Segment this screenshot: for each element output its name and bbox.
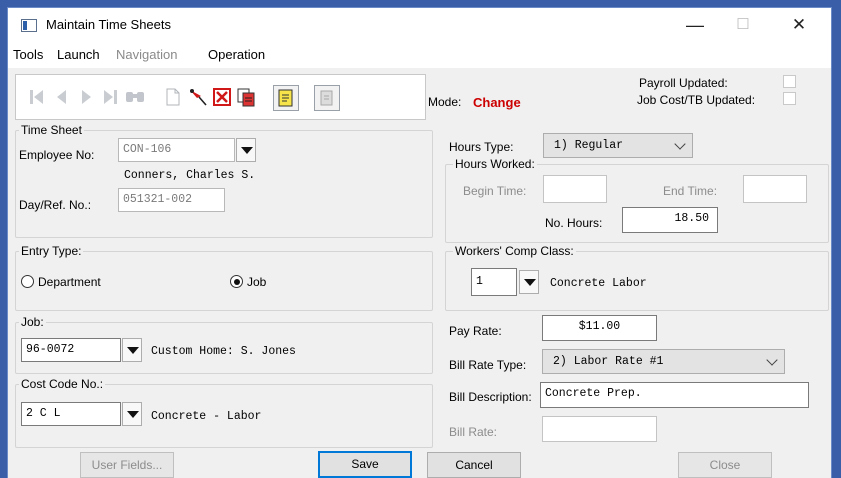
bill-description-field[interactable]: Concrete Prep. <box>540 382 809 408</box>
mode-value: Change <box>473 95 521 110</box>
workers-comp-field[interactable]: 1 <box>471 268 517 296</box>
pay-rate-field[interactable]: $11.00 <box>542 315 657 341</box>
employee-lookup-dropdown[interactable] <box>236 138 256 162</box>
new-record-icon[interactable] <box>162 86 184 108</box>
end-time-label: End Time: <box>663 184 718 198</box>
time-sheet-window: Maintain Time Sheets — ☐ ✕ Tools Launch … <box>8 8 831 478</box>
post-pin-icon[interactable] <box>187 86 209 108</box>
end-time-field[interactable] <box>743 175 807 203</box>
jobcost-updated-checkbox[interactable] <box>783 92 796 105</box>
day-ref-field[interactable]: 051321-002 <box>118 188 225 212</box>
employee-no-field[interactable]: CON-106 <box>118 138 235 162</box>
job-lookup-dropdown[interactable] <box>122 338 142 362</box>
chevron-down-icon <box>766 354 778 366</box>
chevron-down-icon <box>674 138 686 150</box>
menu-bar: Tools Launch Navigation Operation <box>8 42 831 68</box>
no-hours-label: No. Hours: <box>545 216 603 230</box>
bill-rate-type-value: 2) Labor Rate #1 <box>553 355 664 368</box>
hours-worked-group-label: Hours Worked: <box>453 157 537 171</box>
department-radio[interactable] <box>21 275 34 288</box>
no-hours-field[interactable]: 18.50 <box>622 207 718 233</box>
menu-launch[interactable]: Launch <box>57 47 100 62</box>
menu-operation[interactable]: Operation <box>208 47 265 62</box>
payroll-updated-checkbox[interactable] <box>783 75 796 88</box>
app-icon <box>21 19 37 32</box>
first-record-icon[interactable] <box>26 86 48 108</box>
window-title: Maintain Time Sheets <box>46 17 172 32</box>
cost-code-group-label: Cost Code No.: <box>19 377 106 391</box>
bill-rate-field[interactable] <box>542 416 657 442</box>
begin-time-field[interactable] <box>543 175 607 203</box>
cost-code-field[interactable]: 2 C L <box>21 402 121 426</box>
bill-rate-type-label: Bill Rate Type: <box>449 358 527 372</box>
toolbar <box>15 74 426 120</box>
next-record-icon[interactable] <box>75 86 97 108</box>
bill-rate-type-select[interactable]: 2) Labor Rate #1 <box>542 349 785 374</box>
close-button[interactable]: Close <box>678 452 772 478</box>
job-radio-label: Job <box>247 275 267 289</box>
notes-button[interactable] <box>273 85 299 111</box>
last-record-icon[interactable] <box>99 86 121 108</box>
employee-no-label: Employee No: <box>19 148 95 162</box>
save-button[interactable]: Save <box>318 451 412 478</box>
mode-label: Mode: <box>428 95 462 109</box>
user-fields-button[interactable]: User Fields... <box>80 452 174 478</box>
bill-rate-label: Bill Rate: <box>449 425 498 439</box>
notes-icon <box>278 89 293 107</box>
hours-type-select[interactable]: 1) Regular <box>543 133 693 158</box>
workers-comp-lookup-dropdown[interactable] <box>519 270 539 294</box>
maximize-button[interactable]: ☐ <box>720 8 766 42</box>
prev-record-icon[interactable] <box>51 86 73 108</box>
print-icon <box>320 90 333 106</box>
payroll-updated-label: Payroll Updated: <box>639 76 728 90</box>
delete-icon[interactable] <box>211 86 233 108</box>
cancel-button[interactable]: Cancel <box>427 452 521 478</box>
hours-type-label: Hours Type: <box>449 140 514 154</box>
department-radio-label: Department <box>38 275 101 289</box>
print-button[interactable] <box>314 85 340 111</box>
workers-comp-group-label: Workers' Comp Class: <box>453 244 576 258</box>
job-description: Custom Home: S. Jones <box>151 345 296 358</box>
find-binoculars-icon[interactable] <box>124 86 146 108</box>
time-sheet-group-label: Time Sheet <box>19 123 84 137</box>
menu-tools[interactable]: Tools <box>13 47 43 62</box>
begin-time-label: Begin Time: <box>463 184 527 198</box>
job-group-label: Job: <box>19 315 46 329</box>
job-radio[interactable] <box>230 275 243 288</box>
employee-name: Conners, Charles S. <box>124 169 256 182</box>
workers-comp-description: Concrete Labor <box>550 277 647 290</box>
minimize-button[interactable]: — <box>672 8 718 42</box>
pay-rate-label: Pay Rate: <box>449 324 502 338</box>
cost-code-description: Concrete - Labor <box>151 410 262 423</box>
cost-code-lookup-dropdown[interactable] <box>122 402 142 426</box>
day-ref-label: Day/Ref. No.: <box>19 198 92 212</box>
copy-record-icon[interactable] <box>235 86 257 108</box>
title-bar: Maintain Time Sheets — ☐ ✕ <box>8 8 831 42</box>
hours-type-value: 1) Regular <box>554 139 624 152</box>
jobcost-updated-label: Job Cost/TB Updated: <box>637 93 756 107</box>
bill-description-label: Bill Description: <box>449 390 532 404</box>
menu-navigation[interactable]: Navigation <box>116 47 177 62</box>
close-window-button[interactable]: ✕ <box>776 8 822 42</box>
entry-type-group-label: Entry Type: <box>19 244 84 258</box>
job-field[interactable]: 96-0072 <box>21 338 121 362</box>
